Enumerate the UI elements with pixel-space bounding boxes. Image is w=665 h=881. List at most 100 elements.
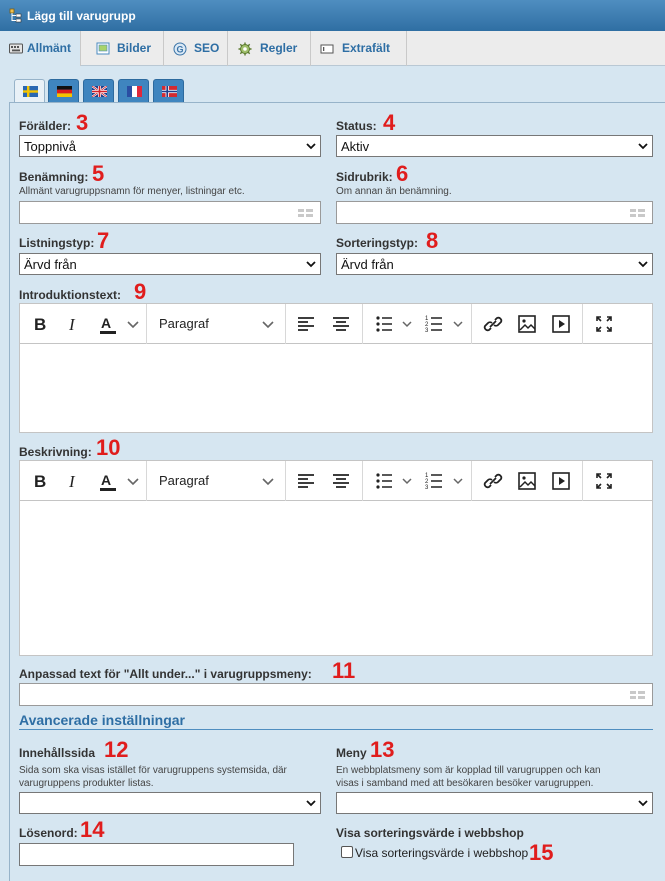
- chevron-down-icon[interactable]: [126, 304, 140, 344]
- svg-text:I: I: [68, 472, 76, 491]
- align-left-icon[interactable]: [297, 461, 315, 501]
- image-icon: [96, 42, 110, 55]
- listing-type-select[interactable]: Ärvd från: [19, 253, 321, 275]
- language-tab-german[interactable]: [48, 79, 79, 102]
- language-tab-swedish[interactable]: [14, 79, 45, 103]
- insert-media-icon[interactable]: [551, 461, 571, 501]
- text-color-icon[interactable]: A: [98, 304, 120, 344]
- translation-icon[interactable]: [630, 209, 645, 218]
- paragraph-format-value: Paragraf: [159, 316, 209, 331]
- chevron-down-icon: [306, 261, 316, 268]
- bullet-list-icon[interactable]: [375, 304, 413, 344]
- name-label: Benämning:: [19, 170, 89, 184]
- password-input[interactable]: [19, 843, 294, 866]
- content-page-select[interactable]: [19, 792, 321, 814]
- numbered-list-icon[interactable]: 123: [425, 461, 465, 501]
- custom-text-label: Anpassad text för "Allt under..." i varu…: [19, 667, 312, 681]
- tab-label: Extrafält: [342, 41, 391, 55]
- content-page-help-text: Sida som ska visas istället för varugrup…: [19, 765, 287, 776]
- status-select-value: Aktiv: [341, 139, 370, 154]
- translation-icon[interactable]: [298, 209, 313, 218]
- parent-label: Förälder:: [19, 119, 72, 133]
- link-icon[interactable]: [483, 461, 503, 501]
- chevron-down-icon: [262, 321, 274, 329]
- annotation-marker: 7: [97, 228, 110, 253]
- bullet-list-icon[interactable]: [375, 461, 413, 501]
- language-tab-english[interactable]: [83, 79, 114, 102]
- name-help-text: Allmänt varugruppsnamn för menyer, listn…: [19, 186, 245, 197]
- subtitle-label: Sidrubrik:: [336, 170, 393, 184]
- align-left-icon[interactable]: [297, 304, 315, 344]
- tab-label: SEO: [194, 41, 220, 55]
- insert-image-icon[interactable]: [517, 461, 537, 501]
- tab-seo[interactable]: G SEO: [164, 31, 228, 66]
- tab-label: Allmänt: [27, 41, 72, 55]
- keyboard-icon: [9, 43, 23, 54]
- language-tab-french[interactable]: [118, 79, 149, 102]
- tab-allmant[interactable]: Allmänt: [0, 31, 81, 66]
- italic-icon[interactable]: I: [66, 304, 82, 344]
- fullscreen-icon[interactable]: [594, 304, 614, 344]
- listing-type-select-value: Ärvd från: [24, 257, 77, 272]
- svg-text:I: I: [68, 315, 76, 334]
- svg-text:A: A: [101, 472, 111, 488]
- annotation-marker: 6: [396, 161, 409, 186]
- parent-select[interactable]: Toppnivå: [19, 135, 321, 157]
- numbered-list-icon[interactable]: 123: [425, 304, 465, 344]
- status-select[interactable]: Aktiv: [336, 135, 653, 157]
- intro-editor[interactable]: B I A Paragraf 123: [19, 303, 653, 433]
- window-titlebar: Lägg till varugrupp: [0, 0, 665, 31]
- uk-flag-icon: [92, 86, 107, 97]
- text-color-icon[interactable]: A: [98, 461, 120, 501]
- insert-media-icon[interactable]: [551, 304, 571, 344]
- intro-label: Introduktionstext:: [19, 288, 121, 302]
- bold-icon[interactable]: B: [32, 304, 50, 344]
- svg-text:A: A: [101, 315, 111, 331]
- svg-text:3: 3: [425, 328, 429, 334]
- paragraph-format-value: Paragraf: [159, 473, 209, 488]
- content-page-help-text: varugruppens produkter listas.: [19, 778, 154, 789]
- menu-select[interactable]: [336, 792, 653, 814]
- tab-extrafalt[interactable]: Extrafält: [311, 31, 407, 66]
- annotation-marker: 3: [76, 110, 89, 135]
- show-sort-checkbox[interactable]: [341, 846, 353, 858]
- fullscreen-icon[interactable]: [594, 461, 614, 501]
- bold-icon[interactable]: B: [32, 461, 50, 501]
- show-sort-checkbox-label[interactable]: Visa sorteringsvärde i webbshop: [355, 846, 528, 860]
- seo-icon: G: [173, 42, 187, 56]
- toolbar-divider: [285, 304, 286, 344]
- chevron-down-icon: [638, 800, 648, 807]
- description-editor[interactable]: B I A Paragraf 123: [19, 460, 653, 656]
- chevron-down-icon: [638, 261, 648, 268]
- subtitle-input[interactable]: [336, 201, 653, 224]
- annotation-marker: 5: [92, 161, 105, 186]
- toolbar-divider: [285, 461, 286, 501]
- description-label: Beskrivning:: [19, 445, 92, 459]
- italic-icon[interactable]: I: [66, 461, 82, 501]
- sort-type-select-value: Ärvd från: [341, 257, 394, 272]
- chevron-down-icon[interactable]: [126, 461, 140, 501]
- align-center-icon[interactable]: [332, 461, 350, 501]
- sort-type-select[interactable]: Ärvd från: [336, 253, 653, 275]
- insert-image-icon[interactable]: [517, 304, 537, 344]
- rules-icon: [238, 42, 252, 56]
- annotation-marker: 10: [96, 435, 121, 460]
- toolbar-divider: [582, 304, 583, 344]
- tab-bilder[interactable]: Bilder: [86, 31, 164, 66]
- align-center-icon[interactable]: [332, 304, 350, 344]
- translation-icon[interactable]: [630, 691, 645, 700]
- menu-help-text: visas i samband med att besökaren besöke…: [336, 778, 594, 789]
- custom-text-input[interactable]: [19, 683, 653, 706]
- paragraph-format-dropdown[interactable]: Paragraf: [147, 461, 285, 501]
- name-input[interactable]: [19, 201, 321, 224]
- link-icon[interactable]: [483, 304, 503, 344]
- listing-type-label: Listningstyp:: [19, 236, 95, 250]
- parent-select-value: Toppnivå: [24, 139, 77, 154]
- tab-label: Bilder: [117, 41, 152, 55]
- toolbar-divider: [471, 304, 472, 344]
- svg-text:G: G: [176, 45, 183, 55]
- language-tab-norwegian[interactable]: [153, 79, 184, 102]
- tree-icon: [9, 8, 22, 23]
- paragraph-format-dropdown[interactable]: Paragraf: [147, 304, 285, 344]
- tab-regler[interactable]: Regler: [229, 31, 311, 66]
